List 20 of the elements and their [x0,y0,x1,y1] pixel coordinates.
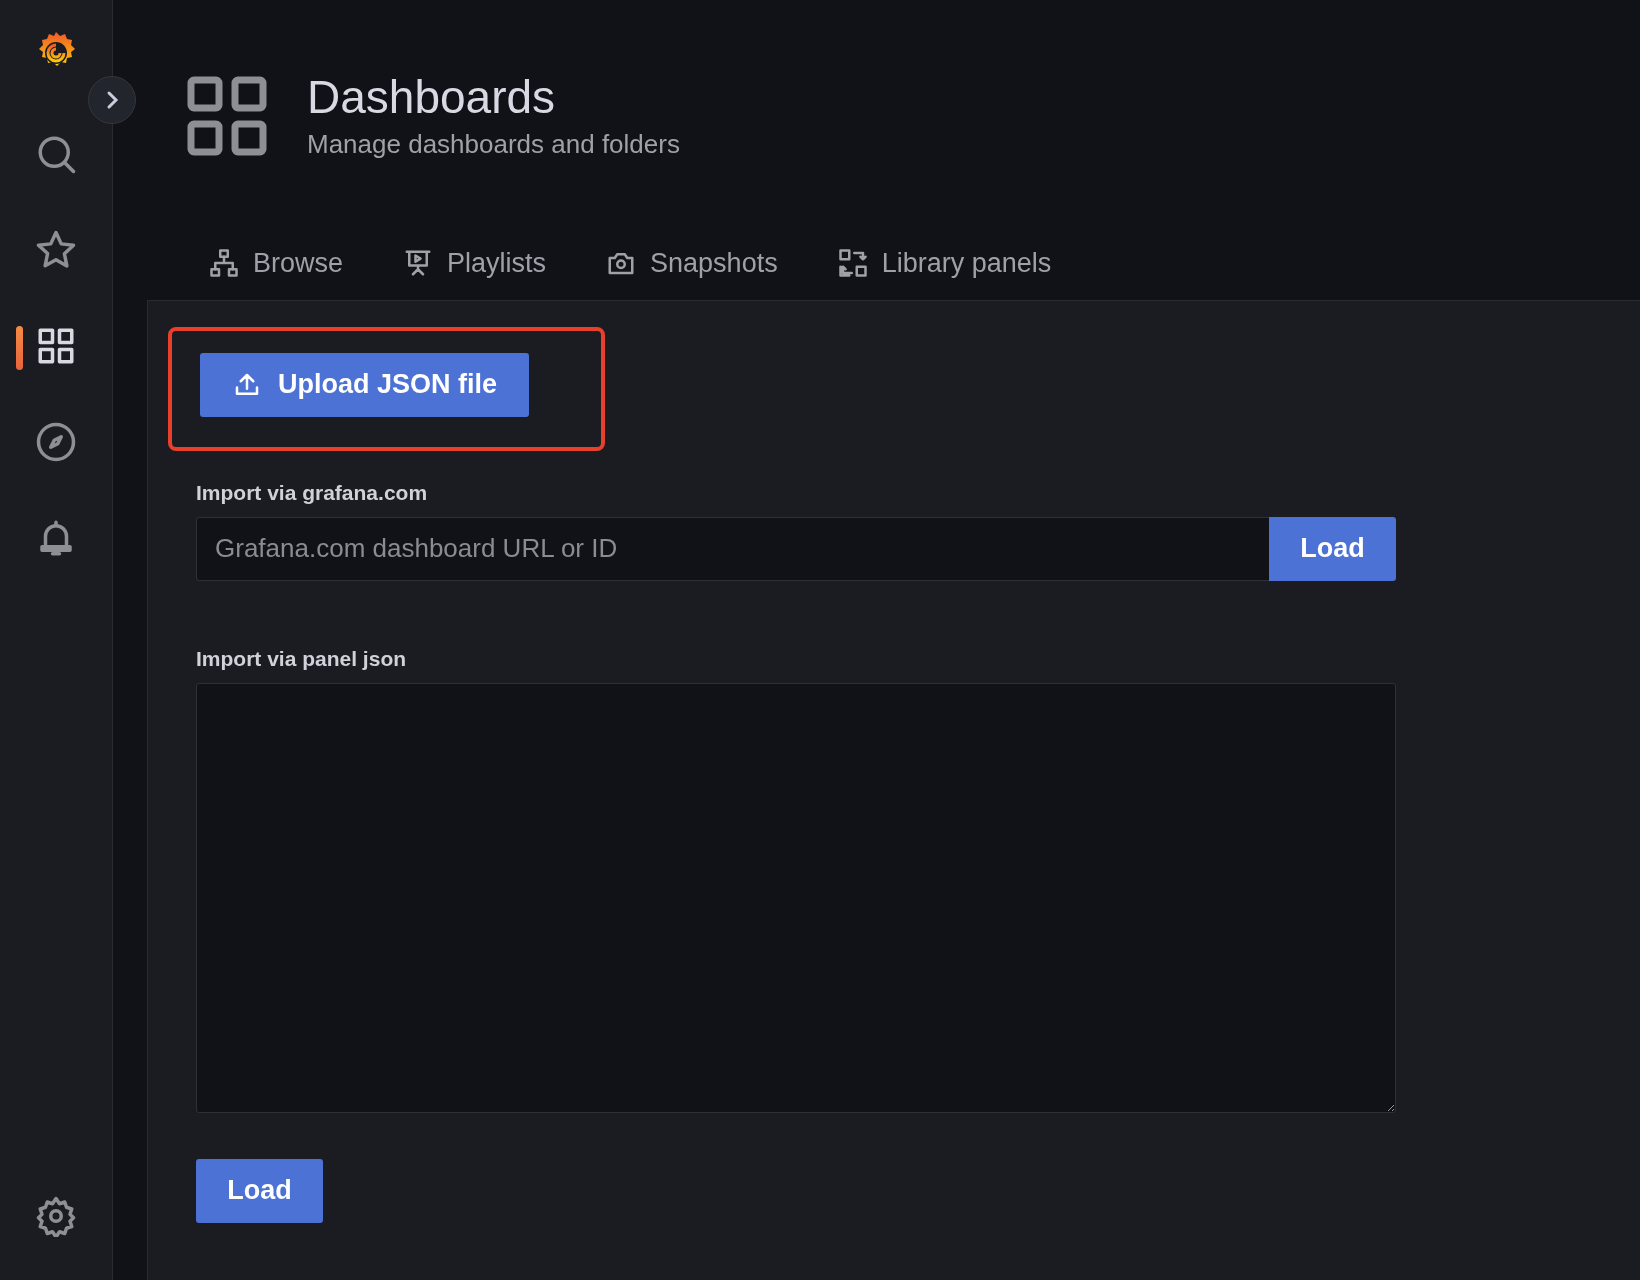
gear-icon[interactable] [35,1195,77,1237]
compass-icon[interactable] [35,421,77,463]
upload-button[interactable]: Upload JSON file [200,352,530,417]
panel-json-field[interactable] [196,682,1396,1113]
field-label: Import via panel json [196,646,407,671]
hierarchy-icon [209,247,239,278]
tab[interactable]: Library panels [837,247,1052,279]
load-button[interactable]: Load [196,1158,323,1223]
load-button[interactable]: Load [1269,516,1396,581]
star-icon[interactable] [35,229,77,271]
dashboard-url-field[interactable]: Grafana.com dashboard URL or ID [196,516,1269,581]
dashboards-icon [187,75,267,156]
library-panels-icon [837,247,868,278]
page-title: Dashboards [307,72,557,123]
field-label: Import via grafana.com [196,480,428,505]
tab[interactable]: Browse [209,247,344,279]
expand-button[interactable] [88,76,136,124]
tab[interactable]: Playlists [403,247,547,279]
page-subtitle: Manage dashboards and folders [307,128,680,160]
tab[interactable]: Snapshots [606,247,778,279]
